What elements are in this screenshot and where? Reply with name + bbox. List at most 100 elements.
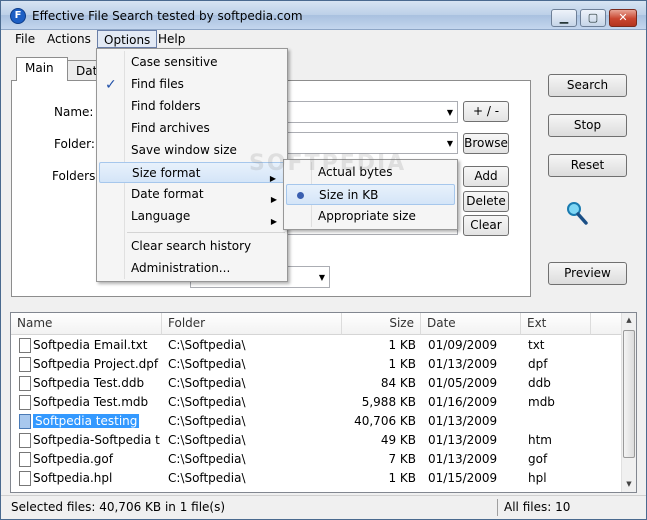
submenu-item-size-in-kb[interactable]: Size in KB bbox=[286, 184, 455, 205]
menu-item-label: Date format bbox=[131, 187, 204, 201]
cell-ext bbox=[528, 412, 588, 431]
file-icon bbox=[19, 338, 31, 353]
cell-date: 01/05/2009 bbox=[428, 376, 498, 390]
checkmark-icon: ✓ bbox=[105, 77, 117, 93]
table-row[interactable]: Softpedia Test.ddb C:\Softpedia\ 84 KB 01/0… bbox=[11, 374, 623, 393]
folder-label: Folder: bbox=[54, 137, 95, 151]
table-row[interactable]: Softpedia Project.dpf C:\Softpedia\ 1 KB 01… bbox=[11, 355, 623, 374]
cell-date: 01/13/2009 bbox=[428, 452, 498, 466]
search-button[interactable]: Search bbox=[548, 74, 627, 97]
cell-size: 1 KB bbox=[388, 471, 416, 485]
menu-item-label: Clear search history bbox=[131, 239, 252, 253]
plus-minus-button[interactable]: + / - bbox=[463, 101, 509, 122]
cell-size: 40,706 KB bbox=[354, 414, 416, 428]
chevron-down-icon: ▼ bbox=[318, 273, 325, 282]
file-icon bbox=[19, 433, 31, 448]
menu-options[interactable]: Options bbox=[97, 30, 158, 48]
cell-ext: ddb bbox=[528, 376, 551, 390]
menu-item-date-format[interactable]: Date format ▶ bbox=[99, 184, 285, 205]
table-row[interactable]: Softpedia.gof C:\Softpedia\ 7 KB 01/13/2009… bbox=[11, 450, 623, 469]
submenu-item-label: Size in KB bbox=[319, 188, 379, 202]
menu-item-language[interactable]: Language ▶ bbox=[99, 206, 285, 227]
cell-folder: C:\Softpedia\ bbox=[168, 376, 246, 390]
maximize-button[interactable]: ▢ bbox=[580, 9, 606, 27]
cell-size: 1 KB bbox=[388, 357, 416, 371]
cell-ext: hpl bbox=[528, 471, 547, 485]
menu-file[interactable]: File bbox=[9, 30, 41, 49]
menu-help[interactable]: Help bbox=[152, 30, 191, 49]
cell-ext: gof bbox=[528, 452, 548, 466]
app-window: F Effective File Search tested by softpe… bbox=[0, 0, 647, 520]
tab-main[interactable]: Main bbox=[16, 57, 68, 81]
cell-date: 01/09/2009 bbox=[428, 338, 498, 352]
menu-item-find-files[interactable]: ✓ Find files bbox=[99, 74, 285, 95]
cell-date: 01/13/2009 bbox=[428, 357, 498, 371]
cell-name: Softpedia.hpl bbox=[33, 471, 113, 485]
menu-item-administration[interactable]: Administration... bbox=[99, 258, 285, 279]
cell-name: Softpedia Test.ddb bbox=[33, 376, 145, 390]
menu-item-clear-search-history[interactable]: Clear search history bbox=[99, 236, 285, 257]
cell-name: Softpedia testing bbox=[33, 412, 161, 431]
column-header-folder[interactable]: Folder bbox=[162, 313, 342, 335]
cell-folder: C:\Softpedia\ bbox=[168, 395, 246, 409]
column-header-size[interactable]: Size bbox=[342, 313, 421, 335]
menu-item-label: Find folders bbox=[131, 99, 201, 113]
vertical-scrollbar[interactable]: ▲ ▼ bbox=[621, 313, 636, 492]
menu-item-find-archives[interactable]: Find archives bbox=[99, 118, 285, 139]
status-divider bbox=[497, 499, 498, 516]
preview-button[interactable]: Preview bbox=[548, 262, 627, 285]
status-bar: Selected files: 40,706 KB in 1 file(s) A… bbox=[1, 495, 646, 519]
cell-name: Softpedia Email.txt bbox=[33, 338, 148, 352]
clear-button[interactable]: Clear bbox=[463, 215, 509, 236]
cell-name: Softpedia-Softpedia t... bbox=[33, 433, 161, 447]
menu-item-find-folders[interactable]: Find folders bbox=[99, 96, 285, 117]
cell-date: 01/13/2009 bbox=[428, 433, 498, 447]
title-bar[interactable]: F Effective File Search tested by softpe… bbox=[1, 1, 646, 30]
file-icon bbox=[19, 357, 31, 372]
file-icon bbox=[19, 452, 31, 467]
table-row[interactable]: Softpedia-Softpedia t... C:\Softpedia\ 49 … bbox=[11, 431, 623, 450]
submenu-arrow-icon: ▶ bbox=[270, 217, 277, 226]
menu-actions[interactable]: Actions bbox=[41, 30, 97, 49]
file-icon bbox=[19, 376, 31, 391]
column-header-date[interactable]: Date bbox=[421, 313, 521, 335]
radio-selected-icon bbox=[297, 192, 304, 199]
scroll-thumb[interactable] bbox=[623, 330, 635, 458]
cell-name: Softpedia Test.mdb bbox=[33, 395, 149, 409]
submenu-item-appropriate-size[interactable]: Appropriate size bbox=[286, 206, 455, 227]
file-icon bbox=[19, 395, 31, 410]
table-row[interactable]: Softpedia testing C:\Softpedia\ 40,706 KB 0… bbox=[11, 412, 623, 431]
add-button[interactable]: Add bbox=[463, 166, 509, 187]
submenu-item-label: Appropriate size bbox=[318, 209, 416, 223]
menu-item-case-sensitive[interactable]: Case sensitive bbox=[99, 52, 285, 73]
column-header-name[interactable]: Name bbox=[11, 313, 162, 335]
menu-separator bbox=[127, 232, 285, 233]
table-row[interactable]: Softpedia Test.mdb C:\Softpedia\ 5,988 KB 0… bbox=[11, 393, 623, 412]
table-row[interactable]: Softpedia Email.txt C:\Softpedia\ 1 KB 01/0… bbox=[11, 336, 623, 355]
cell-size: 84 KB bbox=[380, 376, 416, 390]
watermark: SOFTPEDIA bbox=[249, 151, 407, 176]
cell-folder: C:\Softpedia\ bbox=[168, 338, 246, 352]
folders-label: Folders: bbox=[52, 169, 100, 183]
close-button[interactable]: ✕ bbox=[609, 9, 637, 27]
delete-button[interactable]: Delete bbox=[463, 191, 509, 212]
results-list[interactable]: Name Folder Size Date Ext Softpedia Emai… bbox=[10, 312, 637, 493]
cell-ext: htm bbox=[528, 433, 552, 447]
stop-button[interactable]: Stop bbox=[548, 114, 627, 137]
minimize-button[interactable]: ▁ bbox=[551, 9, 577, 27]
scroll-up-icon[interactable]: ▲ bbox=[622, 313, 636, 328]
scroll-down-icon[interactable]: ▼ bbox=[622, 477, 636, 492]
reset-button[interactable]: Reset bbox=[548, 154, 627, 177]
chevron-down-icon: ▼ bbox=[446, 108, 453, 117]
menu-item-label: Case sensitive bbox=[131, 55, 218, 69]
cell-folder: C:\Softpedia\ bbox=[168, 471, 246, 485]
table-row[interactable]: Softpedia.hpl C:\Softpedia\ 1 KB 01/15/2009… bbox=[11, 469, 623, 488]
cell-size: 5,988 KB bbox=[361, 395, 416, 409]
browse-button[interactable]: Browse bbox=[463, 133, 509, 154]
column-header-ext[interactable]: Ext bbox=[521, 313, 591, 335]
cell-folder: C:\Softpedia\ bbox=[168, 357, 246, 371]
app-logo-icon: F bbox=[10, 8, 26, 24]
menu-item-label: Find files bbox=[131, 77, 184, 91]
file-icon bbox=[19, 471, 31, 486]
cell-size: 1 KB bbox=[388, 338, 416, 352]
